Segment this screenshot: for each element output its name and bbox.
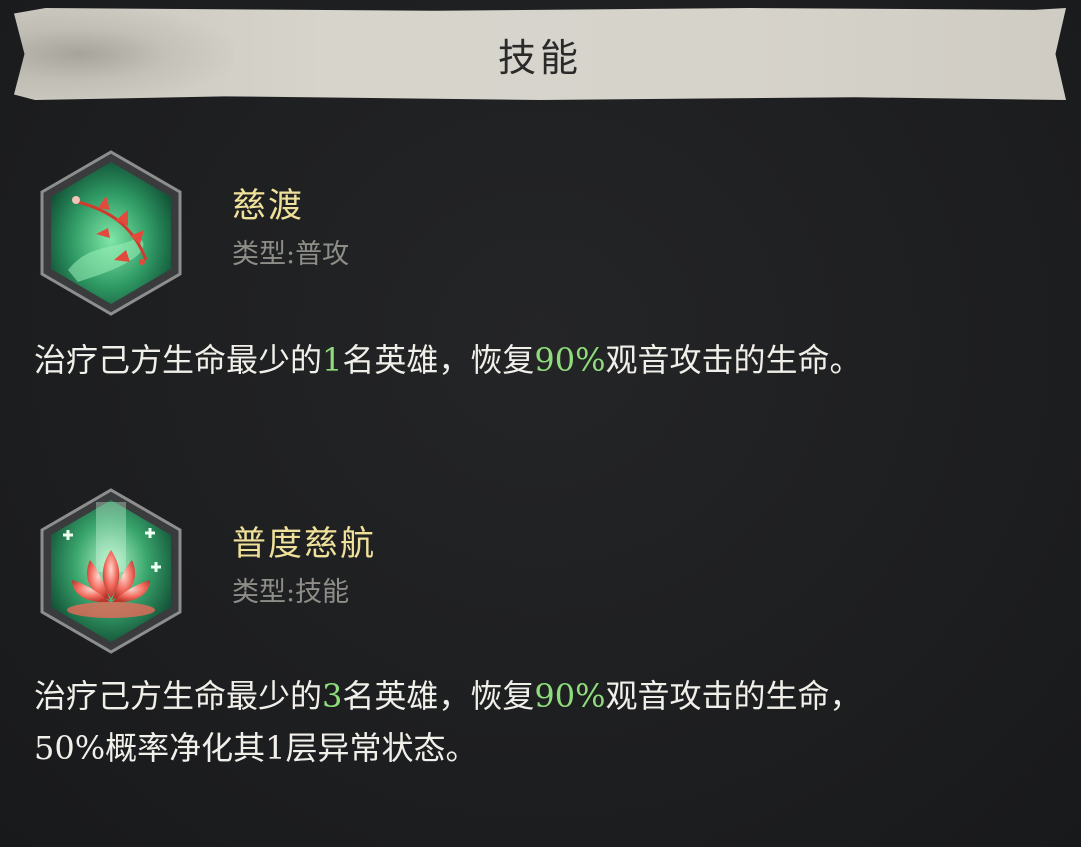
desc-text: 治疗己方生命最少的 [34, 677, 323, 715]
skill-description: 治疗己方生命最少的3名英雄，恢复90%观音攻击的生命， 50%概率净化其1层异常状… [34, 670, 1044, 774]
desc-text: 观音攻击的生命。 [605, 341, 862, 379]
skill-name: 普度慈航 [232, 524, 376, 564]
desc-text: 名英雄，恢复 [342, 677, 535, 715]
panel-title: 技能 [497, 35, 582, 80]
desc-highlight-count: 3 [322, 677, 343, 715]
desc-text: 名英雄，恢复 [342, 341, 535, 379]
skill-name: 慈渡 [232, 186, 304, 226]
lotus-icon[interactable] [38, 488, 184, 654]
desc-highlight-count: 1 [322, 341, 343, 379]
skill-type: 类型:普攻 [232, 239, 350, 270]
desc-text-line2: 50%概率净化其1层异常状态。 [34, 729, 478, 767]
skill-description: 治疗己方生命最少的1名英雄，恢复90%观音攻击的生命。 [34, 334, 1044, 386]
header-banner: 技能 [14, 8, 1066, 100]
healing-branch-icon[interactable] [38, 150, 184, 316]
desc-highlight-percent: 90% [534, 341, 606, 379]
desc-highlight-percent: 90% [534, 677, 606, 715]
skill-panel: 技能 慈渡 类型:普攻 治疗己方生命最少的1名英雄，恢复90%观音攻击的生命。 [0, 0, 1081, 847]
desc-text: 治疗己方生命最少的 [34, 341, 323, 379]
skill-type: 类型:技能 [232, 577, 350, 608]
desc-text: 观音攻击的生命， [605, 677, 862, 715]
